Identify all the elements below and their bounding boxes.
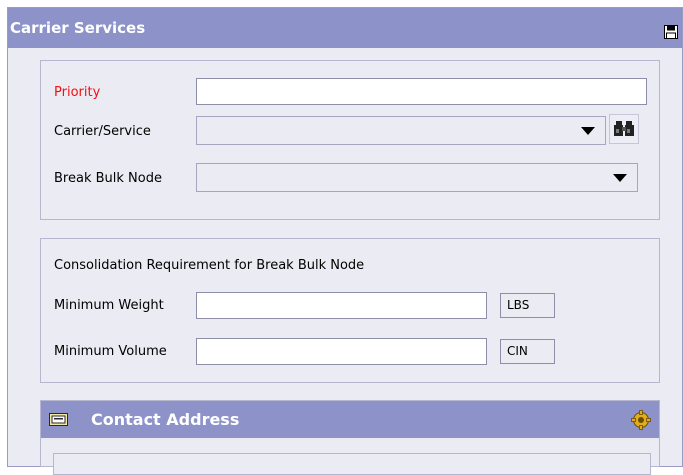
- contact-address-body: [53, 453, 651, 475]
- chevron-down-icon[interactable]: [613, 174, 627, 182]
- minimum-volume-label: Minimum Volume: [54, 344, 167, 359]
- contact-address-panel: Contact Address: [40, 400, 660, 475]
- panel-title: Carrier Services: [10, 19, 146, 37]
- gear-icon[interactable]: [631, 410, 651, 430]
- priority-input[interactable]: [196, 78, 647, 105]
- carrier-service-label: Carrier/Service: [54, 124, 151, 139]
- break-bulk-node-select[interactable]: [196, 163, 638, 192]
- binoculars-icon: [614, 121, 634, 136]
- save-icon[interactable]: [664, 25, 678, 39]
- carrier-service-select[interactable]: [196, 116, 606, 145]
- volume-unit-badge: CIN: [500, 339, 555, 364]
- contact-address-title: Contact Address: [91, 410, 240, 429]
- carrier-lookup-button[interactable]: [609, 114, 639, 144]
- chevron-down-icon[interactable]: [581, 127, 595, 135]
- break-bulk-node-label: Break Bulk Node: [54, 171, 162, 186]
- id-card-icon: [49, 413, 68, 426]
- weight-unit-badge: LBS: [500, 293, 555, 318]
- priority-label: Priority: [54, 85, 101, 100]
- minimum-volume-input[interactable]: [196, 338, 487, 365]
- minimum-weight-label: Minimum Weight: [54, 298, 164, 313]
- contact-address-header: Contact Address: [41, 401, 659, 438]
- minimum-weight-input[interactable]: [196, 292, 487, 319]
- panel-title-bar: Carrier Services: [8, 8, 682, 48]
- consolidation-heading: Consolidation Requirement for Break Bulk…: [54, 258, 365, 273]
